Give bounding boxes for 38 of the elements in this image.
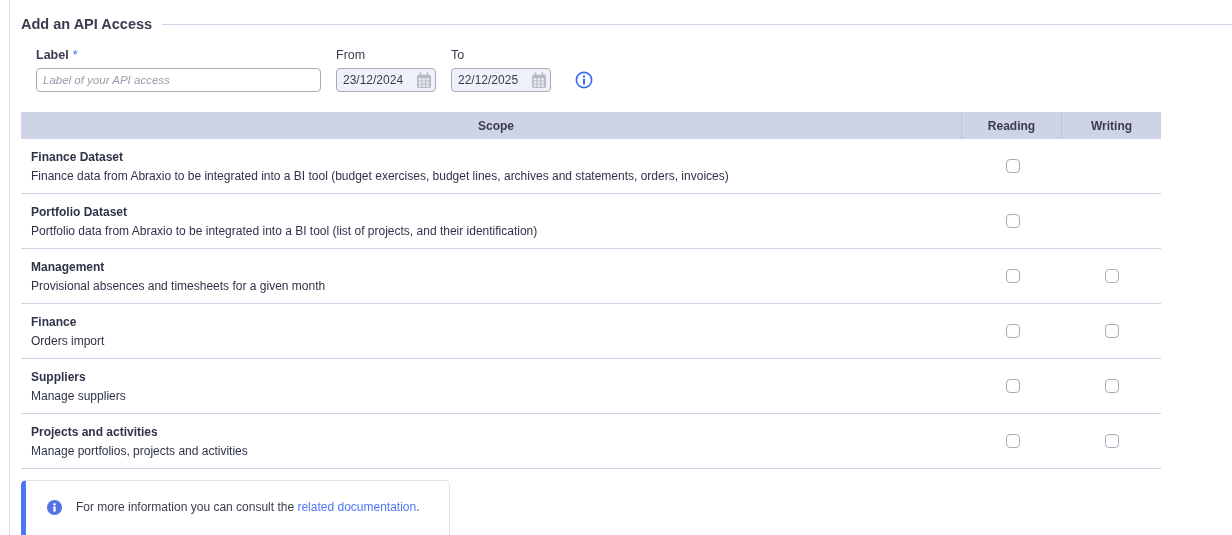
field-label: Label <box>36 48 69 62</box>
scope-name: Finance Dataset <box>31 149 125 164</box>
scope-name: Suppliers <box>31 369 87 384</box>
field-label: To <box>451 48 466 62</box>
checkbox[interactable] <box>1104 324 1119 338</box>
column-header: Writing <box>1090 118 1133 133</box>
scope-description: Manage suppliers <box>31 388 127 403</box>
info-icon <box>47 499 62 515</box>
section-title: Add an API Access <box>21 16 153 32</box>
checkbox[interactable] <box>1104 269 1119 283</box>
checkbox[interactable] <box>1005 434 1020 448</box>
info-text: For more information you can consult the related documentation. <box>76 500 420 514</box>
checkbox[interactable] <box>1005 269 1020 283</box>
scope-description: Provisional absences and timesheets for a given month <box>31 278 327 293</box>
date-field[interactable]: 22/12/2025 <box>451 68 551 92</box>
checkbox[interactable] <box>1104 434 1119 448</box>
checkbox[interactable] <box>1005 159 1020 173</box>
scope-name: Projects and activities <box>31 424 159 439</box>
required-mark: * <box>72 48 78 62</box>
scope-name: Management <box>31 259 106 274</box>
scope-description: Finance data from Abraxio to be integrated into a BI tool (budget exercises, budget lines, archives and statements, orders, invoices) <box>31 168 730 183</box>
column-header: Reading <box>987 118 1036 133</box>
column-header: Scope <box>478 118 514 133</box>
checkbox[interactable] <box>1005 214 1020 228</box>
checkbox[interactable] <box>1005 379 1020 393</box>
scope-description: Orders import <box>31 333 106 348</box>
field-label: From <box>336 48 367 62</box>
label-input[interactable]: Label of your API access <box>36 68 321 92</box>
checkbox[interactable] <box>1104 379 1119 393</box>
date-field[interactable]: 23/12/2024 <box>336 68 436 92</box>
info-icon[interactable] <box>575 71 593 89</box>
scope-name: Finance <box>31 314 78 329</box>
calendar-icon[interactable] <box>532 72 546 88</box>
calendar-icon[interactable] <box>417 72 431 88</box>
scope-name: Portfolio Dataset <box>31 204 128 219</box>
checkbox[interactable] <box>1005 324 1020 338</box>
scope-description: Manage portfolios, projects and activities <box>31 443 249 458</box>
scope-description: Portfolio data from Abraxio to be integrated into a BI tool (list of projects, and their identification) <box>31 223 539 238</box>
